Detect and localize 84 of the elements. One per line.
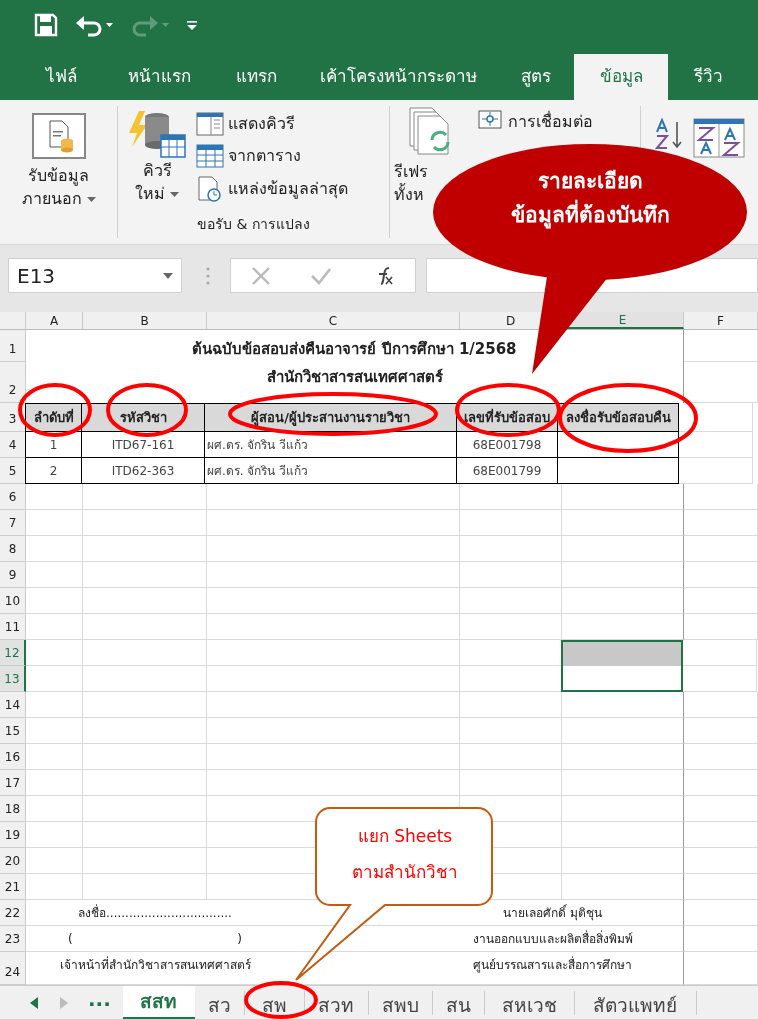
database-document-icon[interactable] [31, 113, 86, 159]
group-label: ขอรับ & การแปลง [196, 215, 311, 234]
caret-icon[interactable] [170, 192, 179, 197]
ribbon-tab[interactable]: สูตร [498, 54, 574, 100]
row-header[interactable]: 4 [0, 432, 26, 458]
table-cell: 1 [25, 432, 82, 458]
table-cell: 2 [25, 458, 82, 484]
save-icon[interactable] [34, 13, 58, 37]
from-table-button[interactable]: จากตาราง [228, 144, 301, 168]
sort-ascending-icon[interactable] [655, 118, 685, 150]
sheet-tab[interactable]: สน [432, 990, 485, 1015]
row-header[interactable]: 18 [0, 796, 26, 822]
signature-text: เจ้าหน้าที่สำนักวิชาสารสนเทศศาสตร์ [59, 956, 251, 974]
callout-text: แยก Sheets [357, 825, 453, 848]
sheet-tab[interactable]: สวท [304, 990, 369, 1015]
dropdown-icon[interactable] [163, 272, 173, 279]
ribbon-tab[interactable]: เค้าโครงหน้ากระดาษ [298, 54, 498, 100]
row-header[interactable]: 22 [0, 900, 26, 926]
sheet-tab[interactable]: สหเวช [484, 990, 575, 1015]
row-header[interactable]: 21 [0, 874, 26, 900]
customize-icon[interactable] [186, 19, 198, 31]
column-header[interactable]: F [684, 312, 758, 329]
sheet-tab[interactable]: สสท [122, 986, 195, 1019]
row-header[interactable]: 24 [0, 952, 26, 985]
row-header[interactable]: 17 [0, 770, 26, 796]
more-sheets-button[interactable]: ... [88, 988, 111, 1017]
show-queries-button[interactable]: แสดงคิวรี [228, 112, 295, 136]
connections-icon[interactable] [478, 110, 502, 132]
get-external-data-button[interactable]: รับข้อมูล ภายนอก [21, 164, 96, 210]
row-header[interactable]: 20 [0, 848, 26, 874]
undo-icon[interactable] [74, 13, 114, 37]
signature-text: ศูนย์บรรณสารและสื่อการศึกษา [473, 956, 632, 974]
sheet-tab[interactable]: สพบ [368, 990, 433, 1015]
row-header[interactable]: 9 [0, 562, 26, 588]
ribbon-tab[interactable]: รีวิว [668, 54, 748, 100]
signature-text: ลงชื่อ................................. [78, 904, 232, 922]
sort-dialog-icon[interactable] [693, 118, 745, 158]
column-heading: ลงชื่อรับข้อสอบคืน [557, 403, 679, 432]
row-header[interactable]: 13 [0, 666, 26, 692]
ribbon-tab[interactable]: ข้อมูล [574, 54, 668, 100]
row-header[interactable]: 23 [0, 926, 26, 952]
row-header[interactable]: 7 [0, 510, 26, 536]
sheet-tab[interactable]: สว [194, 990, 245, 1015]
recent-sources-button[interactable]: แหล่งข้อมูลล่าสุด [228, 177, 348, 201]
ribbon-tab[interactable]: แทรก [214, 54, 298, 100]
signature-text: ) [237, 931, 242, 948]
refresh-all-button[interactable]: รีเฟร ทั้งห [394, 160, 428, 206]
row-header[interactable]: 1 [0, 330, 26, 362]
selected-cell[interactable] [561, 640, 683, 666]
sheet-tab[interactable]: สพ [244, 990, 305, 1015]
column-header[interactable]: C [207, 312, 460, 329]
signature-text: งานออกแบบและผลิตสื่อสิ่งพิมพ์ [472, 930, 633, 948]
drag-handle-icon[interactable] [206, 266, 210, 285]
row-header[interactable]: 11 [0, 614, 26, 640]
row-header[interactable]: 16 [0, 744, 26, 770]
row-header[interactable]: 6 [0, 484, 26, 510]
scroll-left-icon[interactable] [30, 996, 38, 1009]
selected-cell[interactable] [561, 666, 683, 692]
column-header[interactable]: A [26, 312, 83, 329]
ribbon-tab[interactable]: ไฟล์ [18, 54, 104, 100]
signature-text: ( [68, 931, 73, 948]
name-box[interactable]: E13 [8, 258, 182, 293]
signature-text: นายเลอศักดิ์ มุติชุน [503, 904, 602, 922]
ribbon-tab[interactable]: หน้าแรก [104, 54, 214, 100]
query-window-icon[interactable] [196, 112, 224, 136]
new-query-button[interactable]: คิวรี ใหม่ [135, 159, 179, 205]
database-query-icon[interactable] [127, 109, 187, 159]
callout-text: รายละเอียด [537, 168, 643, 194]
row-header[interactable]: 19 [0, 822, 26, 848]
document-clock-icon[interactable] [196, 176, 224, 202]
callout-text: ตามสำนักวิชา [352, 861, 458, 884]
column-header[interactable]: B [83, 312, 207, 329]
row-header[interactable]: 2 [0, 362, 26, 403]
table-icon[interactable] [196, 144, 224, 168]
caret-icon[interactable] [86, 197, 96, 202]
row-header[interactable]: 5 [0, 458, 26, 484]
row-header[interactable]: 15 [0, 718, 26, 744]
row-header[interactable]: 12 [0, 640, 26, 666]
sheet-tab[interactable]: สัตวแพทย์ [574, 990, 697, 1015]
check-icon[interactable] [310, 266, 332, 285]
row-header[interactable]: 10 [0, 588, 26, 614]
connections-button[interactable]: การเชื่อมต่อ [508, 110, 593, 134]
row-header[interactable]: 8 [0, 536, 26, 562]
row-header[interactable]: 14 [0, 692, 26, 718]
